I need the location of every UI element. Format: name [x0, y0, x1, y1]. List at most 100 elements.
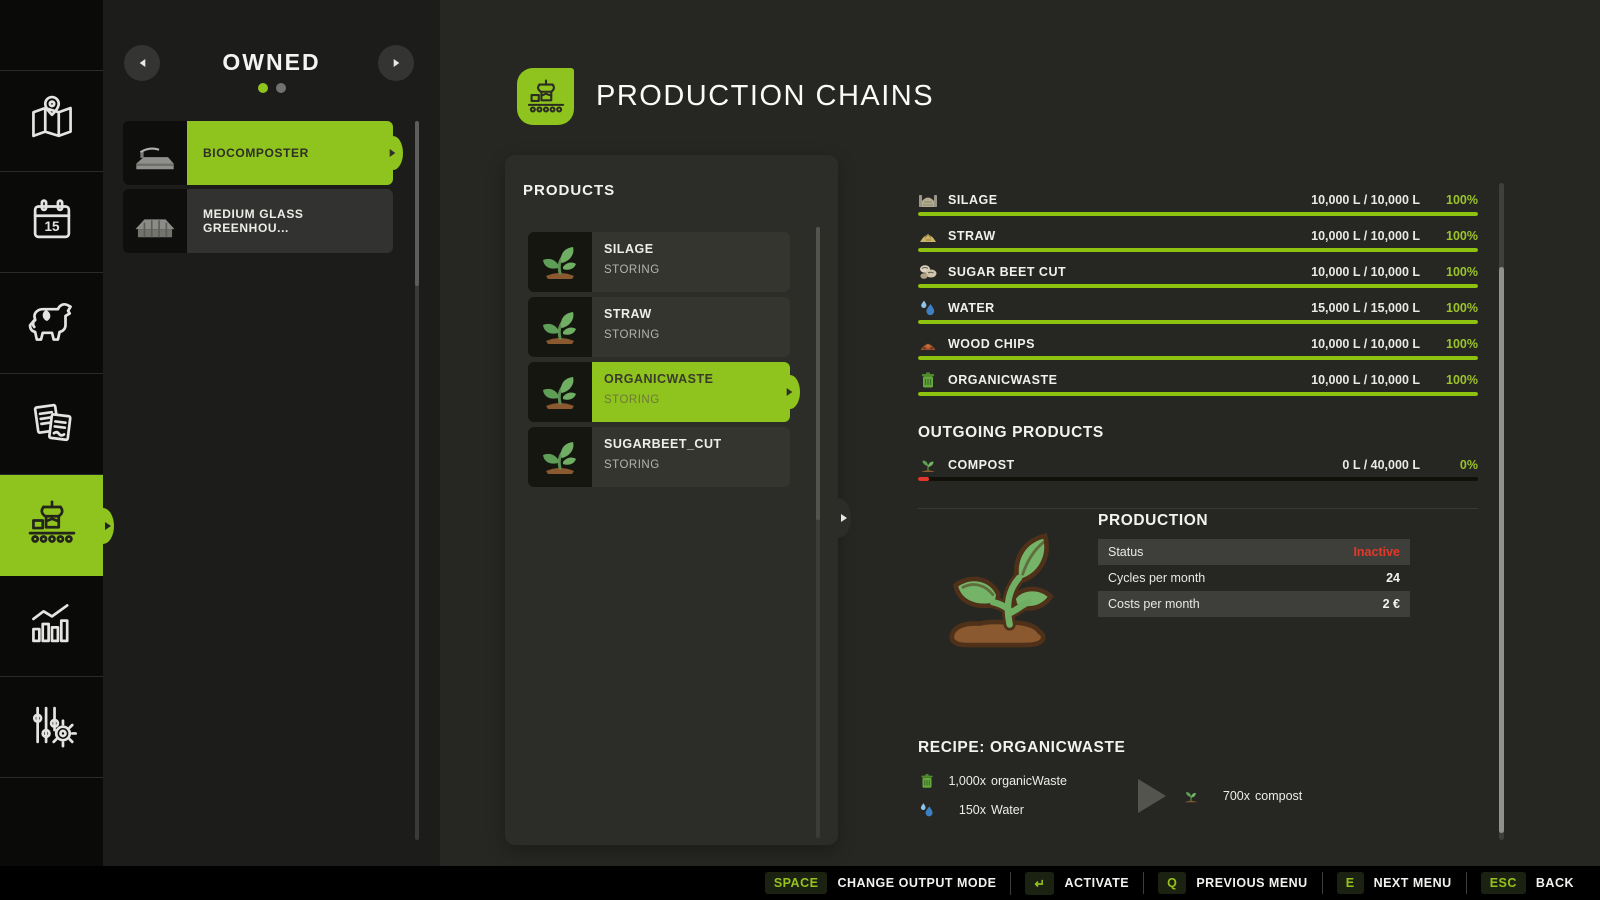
fill-percent: 0% [1430, 458, 1478, 472]
fill-progress-bar [918, 284, 1478, 288]
production-detail: SILAGE 10,000 L / 10,000 L 100% STRAW 10… [440, 0, 1600, 866]
straw-icon [918, 226, 938, 246]
production-icon [25, 496, 79, 555]
water-icon [918, 801, 936, 819]
outgoing-products-title: OUTGOING PRODUCTS [918, 424, 1104, 442]
fill-amount: 10,000 L / 10,000 L [1311, 265, 1420, 279]
info-value: Inactive [1353, 545, 1400, 559]
sidebar-item-map[interactable] [0, 71, 103, 172]
info-value: 24 [1386, 571, 1400, 585]
fill-percent: 100% [1430, 301, 1478, 315]
recipe-item-organicwaste: 1,000x organicWaste [918, 771, 1067, 791]
hint-e[interactable]: E NEXT MENU [1322, 872, 1466, 894]
hint-q[interactable]: Q PREVIOUS MENU [1143, 872, 1322, 894]
owned-list: BIOCOMPOSTER MEDIUM GLASS GREENHOU... [123, 121, 393, 253]
hint-label: BACK [1536, 876, 1574, 890]
fill-percent: 100% [1430, 193, 1478, 207]
silage-icon [918, 190, 938, 210]
filltype-name: SILAGE [948, 193, 1301, 207]
owned-item-label: BIOCOMPOSTER [203, 146, 309, 160]
storage-row-compost: COMPOST 0 L / 40,000 L 0% [918, 453, 1478, 481]
fill-percent: 100% [1430, 337, 1478, 351]
info-value: 2 € [1383, 597, 1400, 611]
hint-label: PREVIOUS MENU [1196, 876, 1307, 890]
storage-row-sugar-beet-cut: SUGAR BEET CUT 10,000 L / 10,000 L 100% [918, 260, 1478, 288]
filltype-name: WATER [948, 301, 1301, 315]
compost-icon [1182, 787, 1200, 805]
page-dots [103, 83, 440, 93]
production-info-row-costs-per-month: Costs per month 2 € [1098, 591, 1410, 617]
owned-next-button[interactable] [378, 45, 414, 81]
production-info-row-cycles-per-month: Cycles per month 24 [1098, 565, 1410, 591]
fill-progress-bar [918, 248, 1478, 252]
fill-amount: 15,000 L / 15,000 L [1311, 301, 1420, 315]
map-icon [25, 92, 79, 151]
section-divider [918, 508, 1478, 509]
ingredient-name: compost [1255, 789, 1302, 803]
storage-row-water: WATER 15,000 L / 15,000 L 100% [918, 296, 1478, 324]
settings-icon [25, 698, 79, 757]
recipe-arrow-icon [1138, 779, 1166, 813]
filltype-name: SUGAR BEET CUT [948, 265, 1301, 279]
owned-panel: OWNED BIOCOMPOSTER MEDIUM GLASS GREENHOU… [103, 0, 440, 866]
hint-esc[interactable]: ESC BACK [1466, 872, 1588, 894]
compost-icon [918, 455, 938, 475]
organic-waste-icon [918, 370, 938, 390]
info-label: Cycles per month [1108, 571, 1386, 585]
ingredient-qty: 1,000x [940, 774, 986, 788]
recipe-outputs: 700x compost [1182, 786, 1302, 806]
storage-row-straw: STRAW 10,000 L / 10,000 L 100% [918, 224, 1478, 252]
key-badge: Q [1158, 872, 1186, 894]
animals-icon [25, 294, 79, 353]
sidebar-item-settings[interactable] [0, 677, 103, 778]
ingredient-name: Water [991, 803, 1024, 817]
hint-label: CHANGE OUTPUT MODE [837, 876, 996, 890]
seedling-illustration [935, 520, 1075, 655]
filltype-name: ORGANICWASTE [948, 373, 1301, 387]
fill-amount: 10,000 L / 10,000 L [1311, 229, 1420, 243]
key-badge: E [1337, 872, 1364, 894]
fill-amount: 10,000 L / 10,000 L [1311, 337, 1420, 351]
filltype-name: WOOD CHIPS [948, 337, 1301, 351]
biocomposter-thumb [123, 121, 187, 185]
organic-waste-icon [918, 772, 936, 790]
info-label: Costs per month [1108, 597, 1383, 611]
storage-row-wood-chips: WOOD CHIPS 10,000 L / 10,000 L 100% [918, 332, 1478, 360]
hint-[interactable]: ↵ ACTIVATE [1010, 872, 1143, 895]
storage-row-organicwaste: ORGANICWASTE 10,000 L / 10,000 L 100% [918, 368, 1478, 396]
info-label: Status [1108, 545, 1353, 559]
wood-chips-icon [918, 334, 938, 354]
fill-amount: 0 L / 40,000 L [1342, 458, 1420, 472]
hint-space[interactable]: SPACE CHANGE OUTPUT MODE [751, 872, 1011, 894]
page-dot[interactable] [276, 83, 286, 93]
fill-progress-bar [918, 392, 1478, 396]
storage-row-silage: SILAGE 10,000 L / 10,000 L 100% [918, 188, 1478, 216]
sidebar-item-calendar[interactable]: 15 [0, 172, 103, 273]
production-info-row-status: Status Inactive [1098, 539, 1410, 565]
arrow-right-icon [393, 59, 399, 67]
outgoing-storage-list: COMPOST 0 L / 40,000 L 0% [918, 453, 1478, 489]
detail-scrollbar[interactable] [1499, 183, 1504, 840]
fill-progress-bar [918, 356, 1478, 360]
hint-label: ACTIVATE [1064, 876, 1129, 890]
fill-progress-bar [918, 320, 1478, 324]
recipe-title: RECIPE: ORGANICWASTE [918, 739, 1125, 757]
fill-percent: 100% [1430, 229, 1478, 243]
sidebar-item-production[interactable] [0, 475, 103, 576]
production-title: PRODUCTION [1098, 512, 1208, 530]
recipe-inputs: 1,000x organicWaste 150x Water [918, 771, 1067, 820]
sidebar-spacer [0, 0, 103, 71]
incoming-storage-list: SILAGE 10,000 L / 10,000 L 100% STRAW 10… [918, 188, 1478, 404]
sidebar-item-contracts[interactable] [0, 374, 103, 475]
ingredient-qty: 150x [940, 803, 986, 817]
recipe-item-compost: 700x compost [1182, 786, 1302, 806]
sidebar-item-statistics[interactable] [0, 576, 103, 677]
fill-progress-bar [918, 477, 1478, 481]
owned-item-medium-glass-greenhou[interactable]: MEDIUM GLASS GREENHOU... [123, 189, 393, 253]
owned-scrollbar[interactable] [415, 121, 419, 840]
svg-text:15: 15 [44, 218, 60, 233]
owned-item-biocomposter[interactable]: BIOCOMPOSTER [123, 121, 393, 185]
page-dot[interactable] [258, 83, 268, 93]
hint-bar: SPACE CHANGE OUTPUT MODE ↵ ACTIVATE Q PR… [0, 866, 1600, 900]
sidebar-item-animals[interactable] [0, 273, 103, 374]
